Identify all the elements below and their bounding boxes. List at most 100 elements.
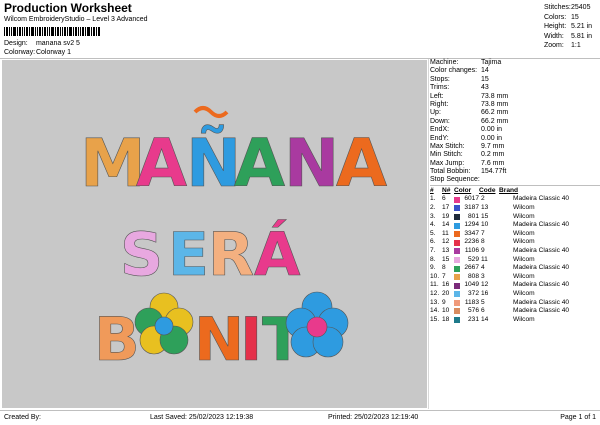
stop-sequence-header: # N# Color Code Brand	[430, 187, 600, 196]
flower-icon	[134, 292, 194, 355]
thread-number: 11	[481, 255, 488, 263]
design-letter: N	[194, 305, 244, 375]
thread-brand: Madeira Classic 40	[513, 195, 570, 203]
thread-number: 8	[481, 238, 485, 246]
last-saved: Last Saved: 25/02/2023 12:19:38	[150, 414, 254, 421]
detail-label: Min Stitch:	[430, 151, 463, 159]
thread-number: 7	[481, 229, 485, 237]
thread-swatch	[454, 222, 460, 229]
detail-value: 7.6 mm	[481, 159, 505, 167]
thread-code: 808	[467, 272, 479, 280]
stop-index: 2.	[430, 204, 436, 212]
details-panel: Machine: Tajima Color changes: 14 Stops: 15…	[430, 59, 600, 324]
panel-divider	[428, 59, 429, 409]
thread-brand: Wilcom	[513, 212, 535, 220]
thread-swatch	[454, 274, 460, 281]
needle-number: 12	[442, 238, 450, 246]
thread-brand: Madeira Classic 40	[513, 307, 570, 315]
thread-swatch	[454, 265, 460, 272]
thread-swatch	[454, 239, 460, 246]
thread-swatch	[454, 282, 460, 289]
thread-code: 1049	[464, 281, 479, 289]
created-by: Created By:	[4, 414, 41, 421]
needle-number: 7	[442, 272, 446, 280]
thread-number: 16	[481, 289, 489, 297]
detail-row: Down: 66.2 mm	[430, 118, 600, 126]
stop-index: 7.	[430, 247, 436, 255]
design-letter: Ñ	[186, 125, 241, 202]
thread-code: 372	[467, 289, 479, 297]
detail-label: EndX:	[430, 126, 450, 134]
thread-code: 1106	[464, 247, 479, 255]
detail-value: 14	[481, 67, 489, 75]
detail-label: Up:	[430, 109, 441, 117]
stop-row: 13. 9 1183 5 Madeira Classic 40	[430, 299, 600, 308]
thread-swatch	[454, 213, 460, 220]
thread-code: 2667	[464, 264, 479, 272]
needle-number: 10	[442, 307, 450, 315]
stat-row: Stitches: 25405	[544, 3, 596, 13]
thread-brand: Madeira Classic 40	[513, 298, 570, 306]
colorway-value: Colorway 1	[35, 49, 71, 56]
stop-row: 1. 6 6017 2 Madeira Classic 40	[430, 195, 600, 204]
detail-value: 73.8 mm	[481, 92, 509, 100]
stop-row: 3. 19 801 15 Wilcom	[430, 213, 600, 222]
stop-row: 2. 17 3187 13 Wilcom	[430, 204, 600, 213]
detail-value: 0.00 in	[481, 126, 503, 134]
stop-index: 11.	[430, 281, 439, 289]
detail-row: Color changes: 14	[430, 67, 600, 75]
detail-label: Machine:	[430, 59, 459, 66]
detail-row: Min Stitch: 0.2 mm	[430, 151, 600, 159]
detail-value: 9.7 mm	[481, 142, 505, 150]
thread-brand: Madeira Classic 40	[513, 247, 570, 255]
stats-panel: Stitches: 25405 Colors: 15 Height: 5.21 in …	[544, 3, 596, 51]
detail-label: Left:	[430, 92, 444, 100]
thread-number: 9	[481, 247, 485, 255]
design-name-row: Design: manana sv2 5	[4, 40, 80, 47]
thread-brand: Wilcom	[513, 229, 535, 237]
colorway-row: Colorway: Colorway 1	[4, 49, 71, 56]
detail-value: 43	[481, 84, 489, 92]
stop-index: 8.	[430, 255, 436, 263]
stat-value: 1:1	[571, 42, 581, 49]
thread-brand: Madeira Classic 40	[513, 281, 570, 289]
thread-number: 13	[481, 204, 489, 212]
needle-number: 20	[442, 289, 450, 297]
detail-value: 66.2 mm	[481, 117, 509, 125]
thread-number: 10	[481, 221, 489, 229]
needle-number: 15	[442, 255, 450, 263]
design-letter: A	[136, 125, 187, 202]
stop-index: 10.	[430, 272, 440, 280]
col-header-needle: N#	[442, 186, 451, 194]
design-letter: A	[234, 125, 285, 202]
detail-value: 66.2 mm	[481, 109, 509, 117]
thread-number: 15	[481, 212, 489, 220]
stop-row: 11. 16 1049 12 Madeira Classic 40	[430, 281, 600, 290]
design-label: Design:	[4, 40, 28, 47]
detail-row: Trims: 43	[430, 84, 600, 92]
thread-swatch	[454, 231, 460, 238]
col-header-number: #	[430, 186, 434, 194]
col-header-brand: Brand	[499, 186, 519, 194]
thread-code: 801	[467, 212, 479, 220]
design-artwork: M A Ñ A N A S E R Á B N I T	[80, 106, 387, 375]
design-letter: I	[240, 305, 262, 375]
design-letter: R	[208, 220, 254, 290]
design-value: manana sv2 5	[35, 40, 80, 47]
detail-label: Max Jump:	[430, 159, 465, 167]
detail-value: Tajima	[481, 59, 502, 66]
col-header-color: Color	[454, 186, 472, 194]
detail-row: Stops: 15	[430, 76, 600, 84]
stop-rows: 1. 6 6017 2 Madeira Classic 40 2. 17 3187 13 Wilc…	[430, 195, 600, 324]
needle-number: 17	[442, 204, 450, 212]
design-letter: S	[120, 220, 163, 290]
detail-label: Color changes:	[430, 67, 478, 75]
design-letter: B	[94, 305, 140, 375]
stat-row: Colors: 15	[544, 13, 596, 23]
stat-label: Width:	[544, 32, 564, 40]
thread-brand: Madeira Classic 40	[513, 221, 570, 229]
stop-index: 9.	[430, 264, 436, 272]
design-letter: A	[336, 125, 387, 202]
stop-index: 4.	[430, 221, 436, 229]
detail-row: Total Bobbin: 154.77ft	[430, 168, 600, 176]
